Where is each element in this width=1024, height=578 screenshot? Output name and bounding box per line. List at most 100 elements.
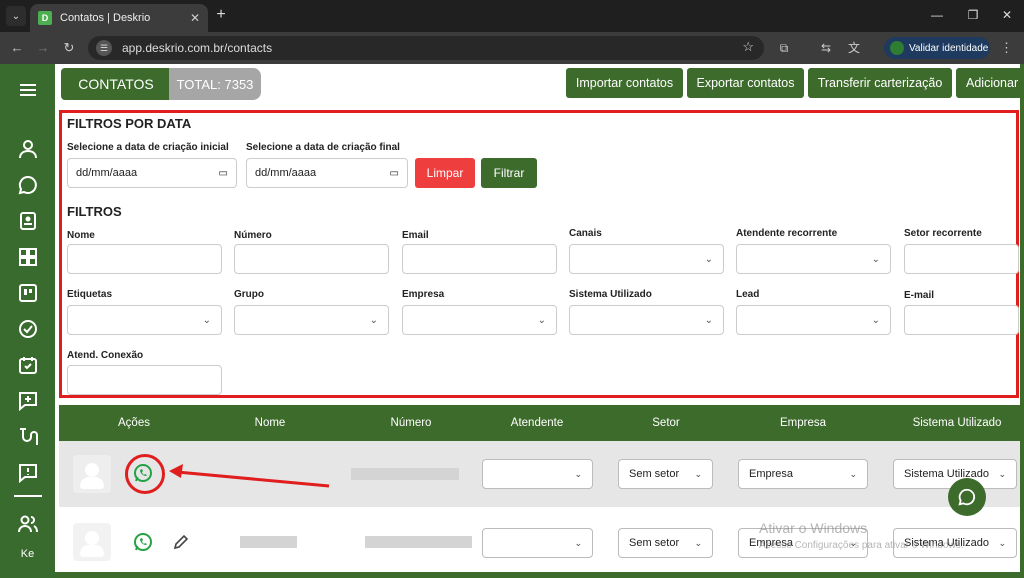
end-date-value: dd/mm/aaaa — [255, 167, 317, 179]
chevron-down-icon: ⌄ — [704, 314, 713, 326]
chevron-down-icon: ⌄ — [694, 468, 702, 479]
translate-icon[interactable]: ⇆ — [818, 40, 834, 56]
kanban-icon[interactable] — [17, 282, 39, 304]
user-initials[interactable]: Ke — [0, 548, 55, 560]
canais-label: Canais — [569, 228, 602, 239]
col-atendente: Atendente — [510, 417, 564, 429]
forward-arrow-icon[interactable]: → — [34, 39, 52, 57]
setor-value: Sem setor — [629, 537, 680, 549]
start-date-value: dd/mm/aaaa — [76, 167, 138, 179]
restore-icon[interactable]: ❐ — [964, 6, 982, 24]
col-numero: Número — [390, 417, 432, 429]
atend-conexao-label: Atend. Conexão — [67, 350, 144, 361]
etiquetas-label: Etiquetas — [67, 289, 113, 300]
sistema-utilizado-select[interactable]: ⌄ — [569, 305, 724, 335]
windows-activation-watermark: Ativar o Windows Acesse Configurações pa… — [759, 520, 964, 554]
users-group-icon[interactable] — [17, 513, 39, 535]
e-mail-input[interactable] — [904, 305, 1019, 335]
vertical-scrollbar[interactable] — [1020, 64, 1024, 578]
atendente-recorrente-select[interactable]: ⌄ — [736, 244, 891, 274]
add-message-icon[interactable] — [17, 390, 39, 412]
chevron-down-icon: ⌄ — [849, 468, 857, 479]
start-date-input[interactable]: dd/mm/aaaa ▭ — [67, 158, 237, 188]
calendar-icon[interactable] — [17, 354, 39, 376]
canais-select[interactable]: ⌄ — [569, 244, 724, 274]
highlight-circle — [125, 454, 165, 494]
tab-close-icon[interactable]: ✕ — [190, 11, 200, 25]
calendar-icon[interactable]: ▭ — [390, 168, 399, 179]
grupo-label: Grupo — [234, 289, 264, 300]
whatsapp-icon[interactable] — [133, 532, 153, 552]
sidebar-divider — [14, 495, 42, 497]
window-close-icon[interactable]: ✕ — [998, 6, 1016, 24]
sidebar: Ke — [0, 64, 55, 578]
grupo-select[interactable]: ⌄ — [234, 305, 389, 335]
edit-pencil-icon[interactable] — [171, 532, 191, 552]
empresa-label: Empresa — [402, 289, 445, 300]
back-arrow-icon[interactable]: ← — [8, 39, 26, 57]
start-date-label: Selecione a data de criação inicial — [67, 142, 229, 153]
chat-bubble-icon[interactable] — [17, 174, 39, 196]
atend-conexao-input[interactable] — [67, 365, 222, 395]
add-contact-button[interactable]: Adicionar — [956, 68, 1024, 98]
chevron-down-icon: ⌄ — [574, 468, 582, 479]
etiquetas-select[interactable]: ⌄ — [67, 305, 222, 335]
email-input[interactable] — [402, 244, 557, 274]
chevron-down-icon: ⌄ — [202, 314, 211, 326]
check-circle-icon[interactable] — [17, 318, 39, 340]
filters-panel: FILTROS POR DATA Selecione a data de cri… — [59, 110, 1019, 398]
user-icon[interactable] — [17, 138, 39, 160]
e-mail-label: E-mail — [904, 290, 935, 301]
empresa-value: Empresa — [749, 468, 794, 480]
contatos-tab[interactable]: CONTATOS — [61, 68, 171, 100]
nome-input[interactable] — [67, 244, 222, 274]
watermark-title: Ativar o Windows — [759, 520, 868, 536]
atendente-select[interactable]: ⌄ — [482, 459, 593, 489]
filter-button[interactable]: Filtrar — [481, 158, 537, 188]
chat-bubble-icon — [958, 488, 976, 506]
chevron-down-icon: ⌄ — [574, 537, 582, 548]
calendar-icon[interactable]: ▭ — [219, 168, 228, 179]
language-icon[interactable]: 文 — [846, 40, 862, 56]
export-contacts-button[interactable]: Exportar contatos — [687, 68, 804, 98]
contacts-book-icon[interactable] — [17, 210, 39, 232]
setor-recorrente-select[interactable] — [904, 244, 1019, 274]
dashboard-grid-icon[interactable] — [17, 246, 39, 268]
tab-list-button[interactable]: ⌄ — [6, 6, 26, 26]
chevron-down-icon: ⌄ — [694, 537, 702, 548]
extensions-icon[interactable]: ⧉ — [776, 40, 792, 56]
atendente-recorrente-label: Atendente recorrente — [736, 228, 838, 239]
alert-message-icon[interactable] — [17, 462, 39, 484]
flow-route-icon[interactable] — [17, 426, 39, 448]
end-date-input[interactable]: dd/mm/aaaa ▭ — [246, 158, 408, 188]
browser-menu-icon[interactable]: ⋮ — [1000, 40, 1013, 56]
clear-button[interactable]: Limpar — [415, 158, 475, 188]
reload-icon[interactable]: ↻ — [60, 39, 78, 57]
horizontal-scrollbar[interactable] — [55, 572, 1024, 578]
table-header: Ações Nome Número Atendente Setor Empres… — [59, 405, 1024, 441]
new-tab-plus-icon[interactable]: + — [212, 6, 230, 24]
seal-icon — [890, 41, 904, 55]
setor-value: Sem setor — [629, 468, 680, 480]
minimize-icon[interactable]: — — [928, 6, 946, 24]
url-input[interactable]: ☰ app.deskrio.com.br/contacts ☆ — [88, 36, 764, 60]
empresa-row-select[interactable]: Empresa ⌄ — [738, 459, 868, 489]
validate-identity-button[interactable]: Validar identidade — [884, 37, 990, 59]
numero-input[interactable] — [234, 244, 389, 274]
empresa-select[interactable]: ⌄ — [402, 305, 557, 335]
col-sistema-utilizado: Sistema Utilizado — [912, 417, 1002, 429]
import-contacts-button[interactable]: Importar contatos — [566, 68, 683, 98]
hamburger-menu-icon[interactable] — [17, 79, 39, 101]
browser-address-bar: ← → ↻ ☰ app.deskrio.com.br/contacts ☆ ⧉ … — [0, 32, 1024, 64]
setor-select[interactable]: Sem setor ⌄ — [618, 459, 713, 489]
atendente-select[interactable]: ⌄ — [482, 528, 593, 558]
chat-floating-button[interactable] — [948, 478, 986, 516]
lead-select[interactable]: ⌄ — [736, 305, 891, 335]
redacted-numero — [365, 536, 472, 548]
bookmark-star-icon[interactable]: ☆ — [742, 39, 754, 55]
browser-tab[interactable]: D Contatos | Deskrio ✕ — [30, 4, 208, 32]
col-empresa: Empresa — [779, 417, 827, 429]
site-settings-icon[interactable]: ☰ — [96, 40, 112, 56]
setor-select[interactable]: Sem setor ⌄ — [618, 528, 713, 558]
transfer-portfolio-button[interactable]: Transferir carterização — [808, 68, 952, 98]
